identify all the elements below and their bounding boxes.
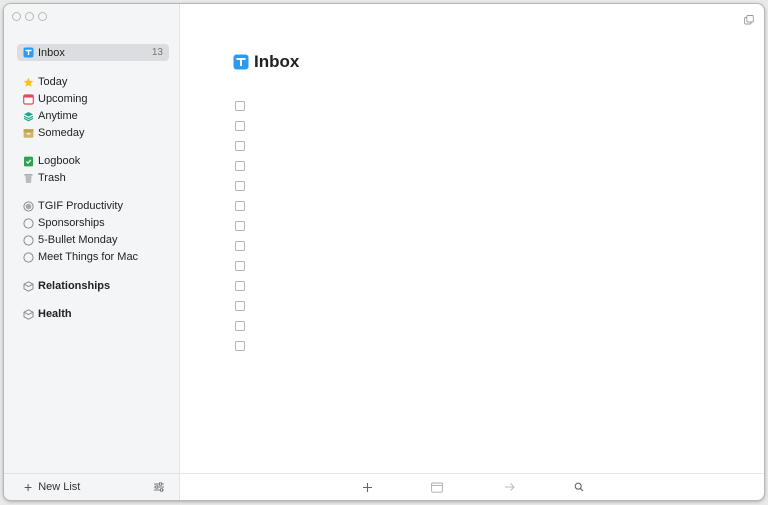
plus-icon[interactable]: +: [24, 479, 32, 495]
sidebar-project-sponsorships[interactable]: Sponsorships: [17, 215, 169, 231]
todo-checkbox[interactable]: [235, 261, 245, 271]
close-window-button[interactable]: [12, 12, 21, 21]
page-title-text: Inbox: [254, 52, 300, 71]
inbox-icon: [233, 54, 249, 70]
todo-checkbox[interactable]: [235, 141, 245, 151]
todo-checkbox[interactable]: [235, 181, 245, 191]
area-cube-icon: [23, 308, 34, 320]
sidebar-project-meet-things[interactable]: Meet Things for Mac: [17, 249, 169, 265]
archive-box-icon: [23, 128, 34, 139]
sidebar-area-health[interactable]: Health: [17, 306, 169, 322]
todo-checkbox[interactable]: [235, 201, 245, 211]
project-progress-icon: [23, 200, 34, 212]
bottom-toolbar: [180, 473, 764, 500]
duplicate-window-icon[interactable]: [744, 12, 754, 25]
add-todo-button[interactable]: [360, 480, 374, 494]
inbox-count: 13: [151, 47, 163, 58]
layers-icon: [23, 111, 34, 122]
project-circle-icon: [23, 234, 34, 246]
sidebar-item-label: 5-Bullet Monday: [38, 234, 118, 246]
todo-checkbox[interactable]: [235, 221, 245, 231]
sidebar-item-label: Inbox: [38, 46, 65, 59]
new-list-button[interactable]: New List: [38, 481, 80, 493]
sliders-icon[interactable]: [153, 481, 165, 493]
zoom-window-button[interactable]: [38, 12, 47, 21]
inbox-icon: [23, 47, 34, 58]
calendar-icon[interactable]: [430, 480, 444, 494]
sidebar-item-trash[interactable]: Trash: [17, 170, 169, 186]
sidebar-project-tgif[interactable]: TGIF Productivity: [17, 198, 169, 214]
sidebar-item-label: Trash: [38, 172, 66, 184]
todo-checkbox[interactable]: [235, 161, 245, 171]
todo-checkbox[interactable]: [235, 341, 245, 351]
area-cube-icon: [23, 280, 34, 292]
sidebar-item-today[interactable]: Today: [17, 74, 169, 90]
star-icon: [23, 77, 34, 88]
sidebar-project-5-bullet-monday[interactable]: 5-Bullet Monday: [17, 232, 169, 248]
sidebar-item-label: Logbook: [38, 155, 81, 167]
sidebar-area-relationships[interactable]: Relationships: [17, 278, 169, 294]
calendar-icon: [23, 93, 34, 105]
todo-checkbox[interactable]: [235, 301, 245, 311]
todo-checkbox[interactable]: [235, 101, 245, 111]
arrow-right-icon[interactable]: [502, 480, 516, 494]
logbook-icon: [23, 156, 34, 167]
sidebar-item-label: Sponsorships: [38, 217, 105, 229]
window-controls: [12, 12, 47, 21]
sidebar-item-label: TGIF Productivity: [38, 200, 123, 212]
minimize-window-button[interactable]: [25, 12, 34, 21]
sidebar-item-label: Upcoming: [38, 93, 88, 105]
todo-checkbox[interactable]: [235, 121, 245, 131]
sidebar-item-upcoming[interactable]: Upcoming: [17, 91, 169, 107]
project-circle-icon: [23, 251, 34, 263]
sidebar-item-inbox[interactable]: Inbox 13: [17, 44, 169, 61]
sidebar-item-label: Meet Things for Mac: [38, 251, 139, 263]
todo-checkbox[interactable]: [235, 241, 245, 251]
sidebar-item-label: Someday: [38, 127, 85, 139]
todo-checkbox[interactable]: [235, 321, 245, 331]
main-content: Inbox: [180, 4, 764, 500]
page-title: Inbox: [233, 52, 299, 72]
project-circle-icon: [23, 217, 34, 229]
sidebar-item-label: Relationships: [38, 280, 111, 292]
sidebar-item-logbook[interactable]: Logbook: [17, 153, 169, 169]
sidebar-item-label: Health: [38, 308, 72, 320]
sidebar-item-label: Today: [38, 76, 68, 88]
app-window: Inbox 13 Today Upcoming Anytime Someday …: [3, 3, 765, 501]
todo-checkbox[interactable]: [235, 281, 245, 291]
sidebar-item-anytime[interactable]: Anytime: [17, 108, 169, 124]
sidebar-item-someday[interactable]: Someday: [17, 125, 169, 141]
sidebar: Inbox 13 Today Upcoming Anytime Someday …: [4, 4, 180, 500]
sidebar-item-label: Anytime: [38, 110, 78, 122]
trash-icon: [23, 173, 34, 184]
search-icon[interactable]: [572, 480, 586, 494]
sidebar-footer: + New List: [4, 473, 179, 500]
